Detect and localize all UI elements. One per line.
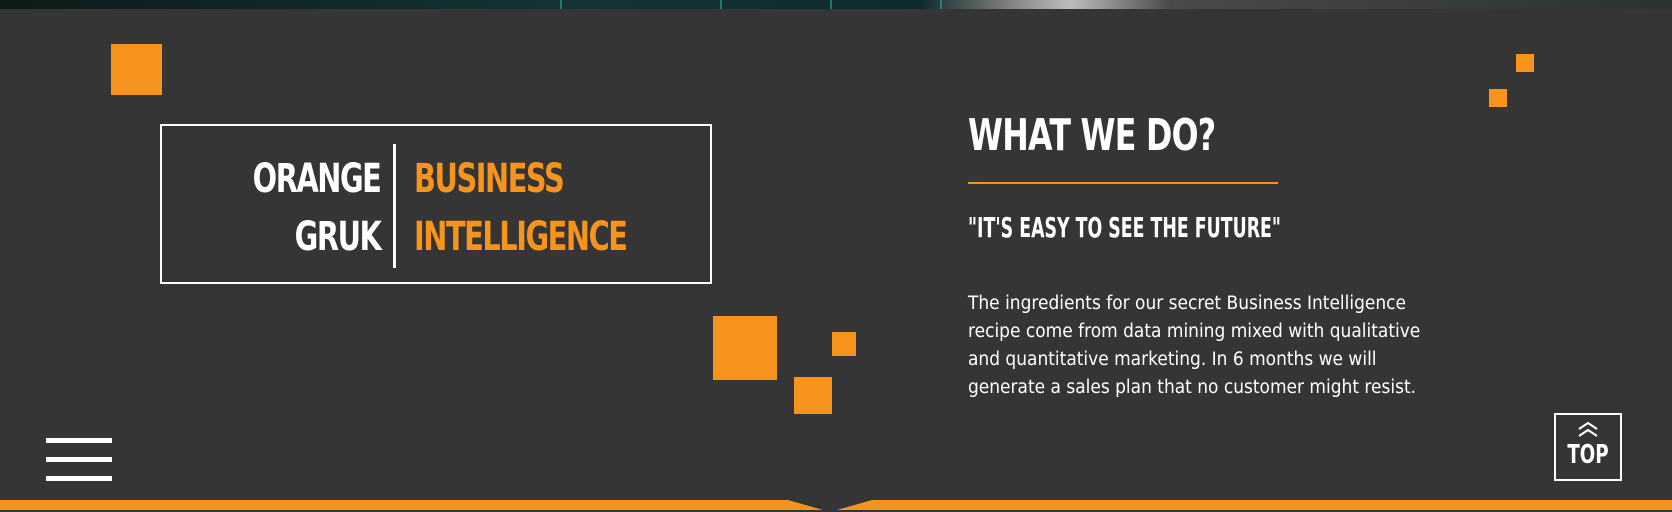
logo: ORANGE GRUK BUSINESS INTELLIGENCE xyxy=(160,124,712,284)
decorative-line xyxy=(830,0,832,9)
logo-company-name: ORANGE GRUK xyxy=(203,150,381,266)
decorative-square xyxy=(794,377,832,414)
back-to-top-label: TOP xyxy=(1567,440,1609,470)
decorative-square xyxy=(1489,89,1507,107)
logo-word-gruk: GRUK xyxy=(294,214,381,260)
section-description: The ingredients for our secret Business … xyxy=(968,293,1421,398)
decorative-line xyxy=(560,0,562,9)
decorative-square xyxy=(111,44,162,95)
logo-word-intelligence: INTELLIGENCE xyxy=(414,214,628,260)
section-quote: "IT'S EASY TO SEE THE FUTURE" xyxy=(968,211,1281,244)
logo-word-orange: ORANGE xyxy=(252,156,381,202)
back-to-top-button[interactable]: TOP xyxy=(1554,413,1622,481)
decorative-line xyxy=(720,0,722,9)
menu-button[interactable] xyxy=(46,438,112,482)
decorative-line xyxy=(940,0,942,9)
section-heading: WHAT WE DO? xyxy=(968,110,1216,161)
heading-underline xyxy=(968,182,1278,184)
logo-tagline: BUSINESS INTELLIGENCE xyxy=(414,150,709,266)
decorative-square xyxy=(713,316,777,380)
decorative-square xyxy=(1516,54,1534,72)
logo-divider xyxy=(393,144,396,268)
logo-word-business: BUSINESS xyxy=(414,156,565,202)
footer-notch xyxy=(788,500,872,512)
double-chevron-up-icon xyxy=(1578,421,1598,437)
decorative-square xyxy=(832,332,856,356)
header-image-strip xyxy=(0,0,1672,9)
